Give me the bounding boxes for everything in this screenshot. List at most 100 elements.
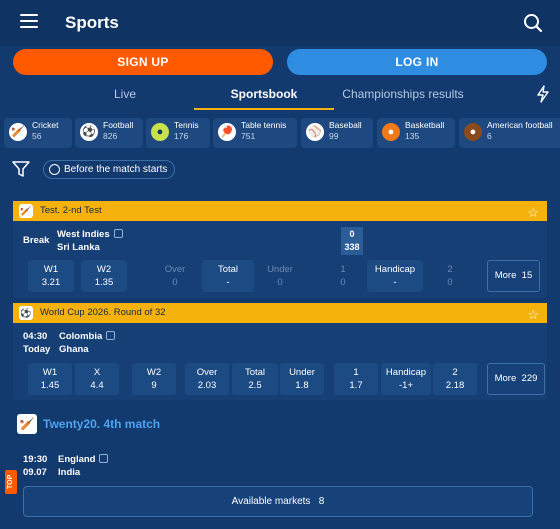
sport-item-football[interactable]: ⚽ Football 826 (75, 118, 143, 148)
odd-label: Under (289, 367, 315, 378)
available-markets-button[interactable]: Available markets 8 (23, 486, 533, 517)
sport-item-baseball[interactable]: ⚾ Baseball 99 (301, 118, 373, 148)
sport-item-american-football[interactable]: ● American football 6 (459, 118, 560, 148)
football-icon: ⚽ (19, 306, 33, 320)
odd-total: Total 2.5 (232, 363, 278, 395)
more-count: 15 (521, 270, 533, 281)
match-card: 🏏 Test. 2-nd Test ☆ Break West Indies Sr… (13, 201, 547, 298)
odd-label: W2 (146, 367, 162, 378)
odd-value: 3.21 (41, 277, 61, 288)
odd-label: W1 (43, 264, 59, 275)
sport-name: Basketball (405, 120, 445, 130)
team2-name: Sri Lanka (57, 242, 100, 253)
more-label: More (494, 270, 517, 281)
odd-value: 0 (447, 277, 453, 288)
log-in-button[interactable]: LOG IN (287, 49, 547, 75)
odd-label: W1 (42, 367, 58, 378)
search-icon[interactable] (522, 12, 544, 34)
odd-under[interactable]: Under 1.8 (280, 363, 324, 395)
favorite-star-icon[interactable]: ☆ (527, 305, 539, 325)
odd-x[interactable]: X 4.4 (75, 363, 119, 395)
team1-name: England (58, 454, 96, 465)
odd-1[interactable]: 1 1.7 (334, 363, 378, 395)
sport-item-basketball[interactable]: ● Basketball 135 (377, 118, 455, 148)
odd-label: Under (267, 264, 293, 275)
menu-icon[interactable] (20, 14, 38, 30)
odd-handicap: Handicap - (367, 260, 423, 292)
odd-2: 20 (427, 260, 473, 292)
league-header[interactable]: ⚽ World Cup 2026. Round of 32 ☆ (13, 303, 547, 323)
sport-count: 826 (103, 131, 118, 141)
odd-w2[interactable]: W2 9 (132, 363, 176, 395)
before-match-label: Before the match starts (64, 164, 168, 175)
odd-value: 0 (277, 277, 283, 288)
team2-name: Ghana (59, 344, 89, 355)
odd-over[interactable]: Over 2.03 (185, 363, 229, 395)
odd-w1[interactable]: W1 3.21 (28, 260, 74, 292)
before-match-filter[interactable]: Before the match starts (43, 160, 176, 179)
match-card: ⚽ World Cup 2026. Round of 32 ☆ 04:30 To… (13, 303, 547, 400)
filter-icon[interactable] (12, 160, 30, 178)
available-markets-count: 8 (318, 496, 325, 507)
tab-bar: Live Sportsbook Championships results (0, 82, 560, 110)
sport-name: Cricket (32, 120, 59, 130)
tab-championships-results[interactable]: Championships results (333, 82, 473, 110)
sign-up-button[interactable]: SIGN UP (13, 49, 273, 75)
score-team1: 0 (349, 229, 355, 239)
odd-total: Total - (202, 260, 254, 292)
odd-value: 2.18 (445, 380, 465, 391)
match-teams[interactable]: 04:30 Today Colombia Ghana (13, 323, 547, 355)
match-date: 09.07 (23, 467, 47, 478)
sports-category-bar: 🏏 Cricket 56 ⚽ Football 826 ● Tennis 176… (0, 116, 560, 148)
odd-label: Over (164, 264, 186, 275)
page-title: Sports (65, 13, 119, 32)
sport-item-cricket[interactable]: 🏏 Cricket 56 (4, 118, 72, 148)
tab-live[interactable]: Live (55, 82, 195, 110)
odd-label: 2 (452, 367, 458, 378)
sport-item-table-tennis[interactable]: 🏓 Table tennis 751 (213, 118, 297, 148)
odd-w1[interactable]: W1 1.45 (28, 363, 72, 395)
featured-league-header[interactable]: 🏏 Twenty20. 4th match (17, 414, 160, 434)
sport-item-tennis[interactable]: ● Tennis 176 (146, 118, 210, 148)
odd-value: 1.35 (94, 277, 114, 288)
tennis-icon: ● (151, 123, 169, 141)
odd-value: 9 (151, 380, 157, 391)
league-name: World Cup 2026. Round of 32 (40, 307, 166, 318)
american-football-icon: ● (464, 123, 482, 141)
sport-name: Table tennis (241, 120, 287, 130)
more-markets-button[interactable]: More 15 (487, 260, 540, 292)
table-tennis-icon: 🏓 (218, 123, 236, 141)
odd-value: 1.45 (40, 380, 60, 391)
baseball-icon: ⚾ (306, 123, 324, 141)
odd-value: -1+ (399, 380, 413, 391)
odd-over: Over 0 (152, 260, 198, 292)
odd-w2[interactable]: W2 1.35 (81, 260, 127, 292)
odd-value: 4.4 (90, 380, 104, 391)
cricket-icon: 🏏 (9, 123, 27, 141)
odd-label: Over (196, 367, 218, 378)
odd-label: 1 (353, 367, 359, 378)
sport-name: Tennis (174, 120, 199, 130)
league-header[interactable]: 🏏 Test. 2-nd Test ☆ (13, 201, 547, 221)
odd-label: W2 (96, 264, 112, 275)
featured-match[interactable]: 19:30 09.07 England India (0, 448, 560, 484)
odd-label: 2 (447, 264, 453, 275)
odd-value: 0 (340, 277, 346, 288)
clock-icon (49, 164, 60, 175)
more-count: 229 (521, 373, 538, 384)
favorite-star-icon[interactable]: ☆ (527, 203, 539, 223)
top-badge: TOP (5, 470, 17, 494)
more-markets-button[interactable]: More 229 (487, 363, 545, 395)
home-icon (113, 229, 123, 238)
match-day: Today (23, 344, 51, 355)
home-icon (99, 454, 109, 463)
lightning-icon[interactable] (536, 85, 550, 103)
cricket-icon: 🏏 (19, 204, 33, 218)
match-teams[interactable]: Break West Indies Sri Lanka 0 338 (13, 221, 547, 255)
tab-sportsbook[interactable]: Sportsbook (194, 82, 334, 110)
odd-value: 1.7 (349, 380, 363, 391)
team1-name: Colombia (59, 331, 103, 342)
sport-name: Baseball (329, 120, 362, 130)
odd-2[interactable]: 2 2.18 (433, 363, 477, 395)
sport-count: 99 (329, 131, 339, 141)
